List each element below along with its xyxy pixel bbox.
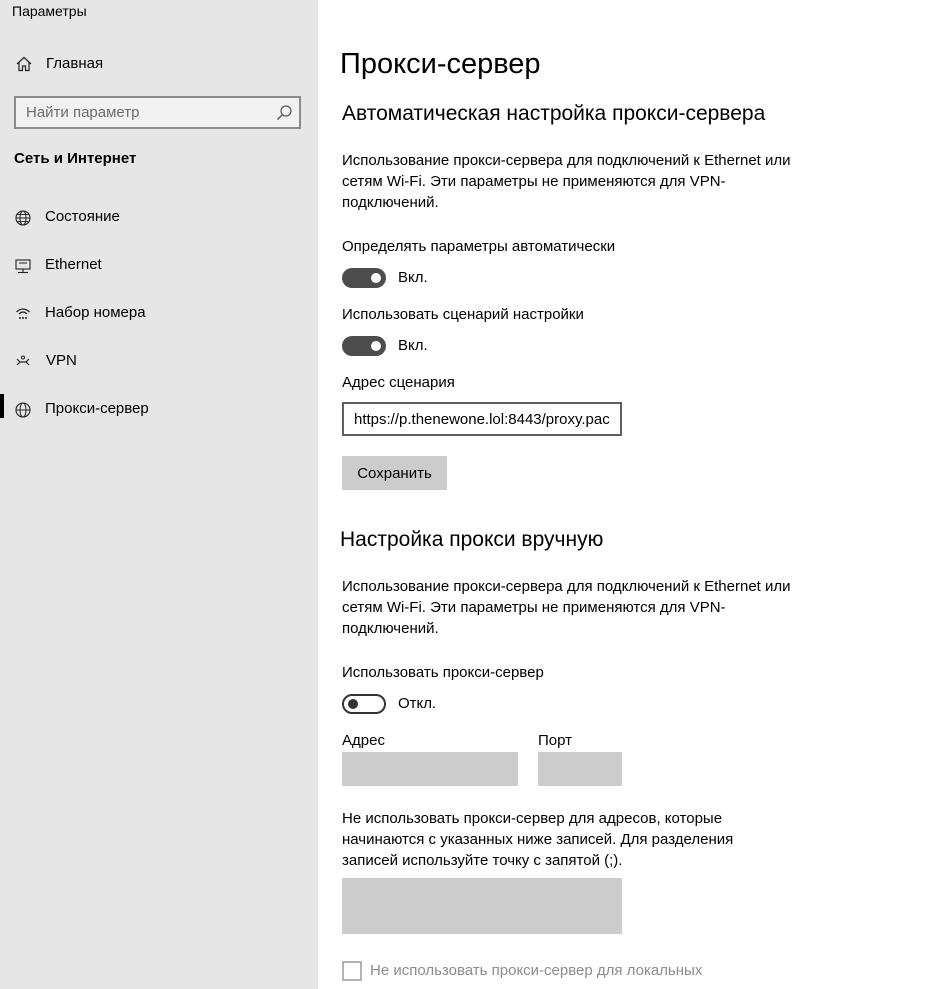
- search-box[interactable]: [14, 96, 301, 129]
- toggle-knob: [348, 699, 358, 709]
- sidebar-item-label: Главная: [46, 55, 104, 72]
- sidebar-item-label: Ethernet: [45, 256, 102, 273]
- local-addresses-checkbox[interactable]: [342, 961, 362, 981]
- search-input[interactable]: [16, 98, 271, 127]
- auto-section-description: Использование прокси-сервера для подключ…: [342, 152, 791, 211]
- sidebar-item-ethernet[interactable]: Ethernet: [0, 246, 318, 286]
- use-proxy-label: Использовать прокси-сервер: [342, 664, 544, 681]
- detect-settings-label: Определять параметры автоматически: [342, 238, 616, 255]
- sidebar: Параметры Главная Сеть и Интернет Состоя…: [0, 0, 318, 989]
- local-addresses-label: Не использовать прокси-сервер для локаль…: [370, 962, 703, 979]
- use-script-state: Вкл.: [398, 337, 428, 354]
- sidebar-item-status[interactable]: Состояние: [0, 198, 318, 238]
- auto-section-heading: Автоматическая настройка прокси-сервера: [342, 102, 766, 125]
- window-title: Параметры: [12, 3, 87, 19]
- toggle-knob: [371, 273, 381, 283]
- main-content: Прокси-сервер Автоматическая настройка п…: [318, 0, 932, 989]
- home-icon: [15, 55, 33, 73]
- proxy-address-input[interactable]: [342, 752, 518, 786]
- globe-status-icon: [14, 209, 32, 227]
- sidebar-item-home[interactable]: Главная: [0, 48, 318, 80]
- sidebar-item-label: VPN: [46, 352, 77, 369]
- use-proxy-state: Откл.: [398, 695, 437, 712]
- proxy-port-label: Порт: [538, 732, 573, 749]
- sidebar-section-title: Сеть и Интернет: [14, 150, 137, 167]
- sidebar-item-label: Прокси-сервер: [45, 400, 149, 417]
- search-icon[interactable]: [276, 104, 293, 121]
- vpn-icon: [14, 353, 32, 371]
- active-indicator: [0, 394, 4, 418]
- sidebar-item-proxy[interactable]: Прокси-сервер: [0, 390, 318, 430]
- use-script-toggle[interactable]: [342, 336, 386, 356]
- toggle-knob: [371, 341, 381, 351]
- script-address-label: Адрес сценария: [342, 374, 455, 391]
- save-button[interactable]: Сохранить: [342, 456, 447, 490]
- manual-section-heading: Настройка прокси вручную: [340, 528, 604, 551]
- proxy-port-input[interactable]: [538, 752, 622, 786]
- dialup-icon: [14, 305, 32, 323]
- exceptions-textarea[interactable]: [342, 878, 622, 934]
- sidebar-item-vpn[interactable]: VPN: [0, 342, 318, 382]
- globe-icon: [14, 401, 32, 419]
- detect-settings-state: Вкл.: [398, 269, 428, 286]
- sidebar-item-label: Набор номера: [45, 304, 146, 321]
- exceptions-description: Не использовать прокси-сервер для адресо…: [342, 810, 734, 869]
- use-proxy-toggle[interactable]: [342, 694, 386, 714]
- use-script-label: Использовать сценарий настройки: [342, 306, 584, 323]
- page-title: Прокси-сервер: [340, 48, 541, 80]
- detect-settings-toggle[interactable]: [342, 268, 386, 288]
- proxy-address-label: Адрес: [342, 732, 385, 749]
- ethernet-icon: [14, 257, 32, 275]
- sidebar-item-dialup[interactable]: Набор номера: [0, 294, 318, 334]
- sidebar-item-label: Состояние: [45, 208, 120, 225]
- script-address-input[interactable]: [342, 402, 622, 436]
- manual-section-description: Использование прокси-сервера для подключ…: [342, 578, 791, 637]
